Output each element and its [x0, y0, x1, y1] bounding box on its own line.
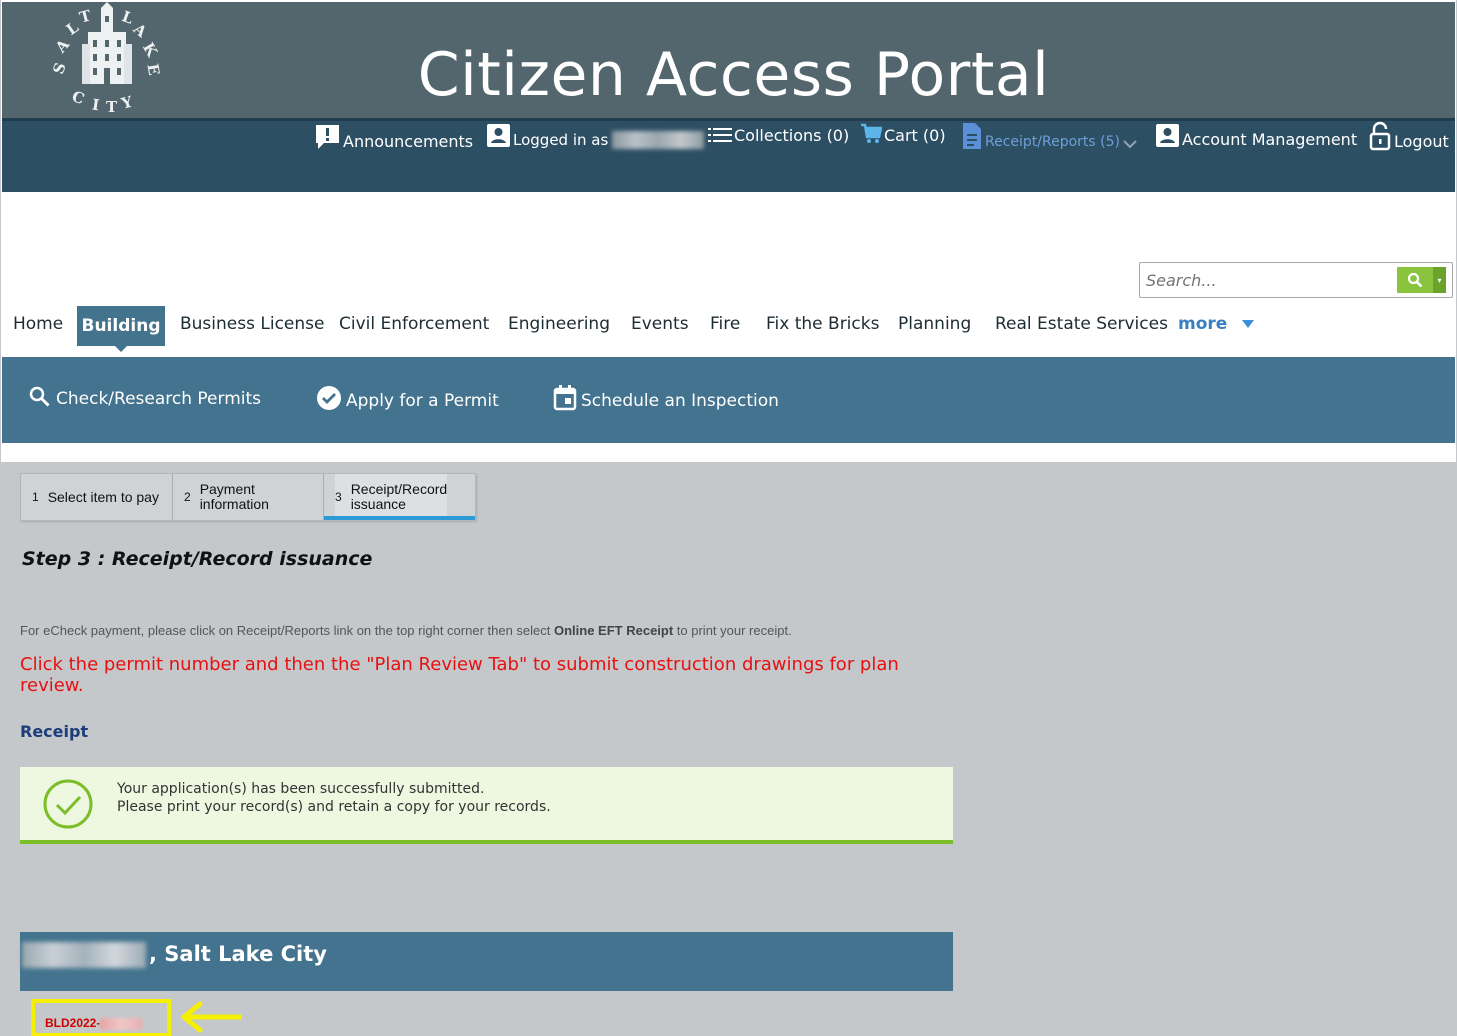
check-research-permits-label: Check/Research Permits: [56, 389, 262, 409]
logout-label: Logout: [1394, 132, 1449, 151]
step-2-label-line-2: information: [199, 496, 269, 512]
announcement-icon: [316, 125, 339, 149]
nav-events[interactable]: Events: [631, 314, 689, 334]
nav-home[interactable]: Home: [13, 314, 63, 334]
success-text: Your application(s) has been successfull…: [117, 780, 551, 816]
search-icon: [29, 386, 50, 407]
nav-fire[interactable]: Fire: [710, 314, 740, 334]
step-1-number: 1: [32, 490, 39, 504]
permit-number-redacted: [100, 1017, 143, 1030]
step-1-label: Select item to pay: [47, 489, 159, 505]
announcements-label: Announcements: [343, 132, 474, 151]
caret-down-icon: [1242, 320, 1255, 328]
account-icon: [1156, 124, 1179, 147]
receipt-reports-dropdown[interactable]: Receipt/Reports (5): [961, 122, 1138, 150]
list-icon: [708, 128, 732, 142]
username-redacted: [612, 131, 705, 149]
account-management-label: Account Management: [1182, 130, 1358, 149]
collections-link[interactable]: Collections (0): [708, 126, 849, 145]
check-research-permits-link[interactable]: Check/Research Permits: [28, 385, 261, 409]
logged-in-user: Logged in as: [486, 123, 705, 149]
step-3-label: Receipt/Record issuance: [351, 482, 448, 512]
lock-icon: [1369, 121, 1391, 151]
logged-in-label: Logged in as: [513, 131, 609, 149]
record-address-bar: , Salt Lake City: [20, 932, 953, 991]
search-options-dropdown[interactable]: ▾: [1433, 267, 1446, 293]
step-1: 1 Select item to pay: [32, 474, 159, 520]
success-line-2: Please print your record(s) and retain a…: [117, 799, 551, 815]
nav-more[interactable]: more: [1178, 314, 1255, 334]
step-3-label-line-2: issuance: [350, 496, 406, 512]
document-icon: [963, 123, 981, 149]
svg-text:A: A: [129, 19, 151, 41]
active-step-indicator: [324, 516, 475, 520]
nav-fix-the-bricks[interactable]: Fix the Bricks: [766, 314, 879, 334]
nav-active-indicator: [115, 346, 127, 352]
nav-real-estate-services[interactable]: Real Estate Services: [995, 314, 1168, 334]
cart-link[interactable]: Cart (0): [860, 123, 946, 145]
nav-business-license[interactable]: Business License: [180, 314, 324, 334]
step-divider: [172, 474, 173, 520]
nav-civil-enforcement[interactable]: Civil Enforcement: [339, 314, 489, 334]
step-2-number: 2: [184, 490, 191, 504]
schedule-inspection-link[interactable]: Schedule an Inspection: [553, 385, 779, 411]
echeck-text-end: to print your receipt.: [673, 623, 792, 638]
schedule-inspection-label: Schedule an Inspection: [581, 391, 779, 411]
step-3-active: 3 Receipt/Record issuance: [335, 474, 448, 520]
step-2-label: Payment information: [200, 482, 269, 512]
step-divider: [323, 474, 324, 520]
apply-for-permit-label: Apply for a Permit: [346, 391, 499, 411]
nav-planning[interactable]: Planning: [898, 314, 971, 334]
apply-for-permit-link[interactable]: Apply for a Permit: [316, 385, 499, 411]
success-check-icon: [43, 779, 93, 829]
announcements-link[interactable]: Announcements: [314, 123, 473, 151]
nav-engineering[interactable]: Engineering: [508, 314, 610, 334]
search-input[interactable]: [1146, 270, 1386, 290]
nav-building[interactable]: Building: [77, 306, 165, 346]
building-subnav: Check/Research Permits Apply for a Permi…: [2, 357, 1455, 443]
checkmark-circle-icon: [317, 386, 341, 410]
success-message: Your application(s) has been successfull…: [20, 767, 953, 844]
chevron-down-icon: [1123, 140, 1137, 149]
nav-more-label: more: [1178, 314, 1228, 334]
permit-number-highlight: BLD2022-: [31, 999, 171, 1036]
address-redacted: [22, 942, 146, 968]
step-3-label-line-1: Receipt/Record: [350, 481, 448, 497]
user-icon: [487, 124, 510, 147]
svg-text:T: T: [78, 6, 94, 26]
search-button[interactable]: [1397, 267, 1433, 293]
step-2: 2 Payment information: [184, 474, 269, 520]
site-header: S A L T L A K E C I T Y Citizen Access P…: [2, 2, 1455, 118]
permit-number-prefix: BLD2022-: [45, 1016, 101, 1030]
plan-review-notice: Click the permit number and then the "Pl…: [20, 654, 899, 696]
echeck-bold-text: Online EFT Receipt: [554, 623, 674, 638]
account-management-link[interactable]: Account Management: [1155, 123, 1357, 149]
collections-label: Collections (0): [734, 126, 850, 145]
echeck-instructions: For eCheck payment, please click on Rece…: [20, 623, 792, 638]
global-search: ▾: [1139, 262, 1453, 298]
receipt-reports-label: Receipt/Reports (5): [985, 134, 1120, 150]
echeck-text: For eCheck payment, please click on Rece…: [20, 623, 554, 638]
arrow-left-icon: [181, 1001, 242, 1033]
svg-text:L: L: [120, 7, 136, 28]
top-utility-bar: Announcements Logged in as Collections (…: [2, 118, 1455, 192]
svg-text:L: L: [63, 18, 82, 39]
receipt-heading: Receipt: [20, 722, 89, 741]
calendar-icon: [553, 385, 577, 411]
step-3-number: 3: [335, 490, 342, 504]
success-line-1: Your application(s) has been successfull…: [117, 781, 485, 797]
site-title: Citizen Access Portal: [417, 40, 1050, 110]
cart-label: Cart (0): [884, 126, 946, 145]
cart-icon: [861, 123, 882, 143]
payment-steps: 1 Select item to pay 2 Payment informatio…: [20, 473, 476, 521]
permit-number-link[interactable]: BLD2022-: [45, 1016, 143, 1030]
logout-link[interactable]: Logout: [1368, 121, 1449, 151]
step-2-label-line-1: Payment: [199, 481, 255, 497]
record-location: , Salt Lake City: [149, 942, 327, 966]
search-icon: [1407, 272, 1423, 288]
step-title: Step 3 : Receipt/Record issuance: [22, 548, 373, 570]
